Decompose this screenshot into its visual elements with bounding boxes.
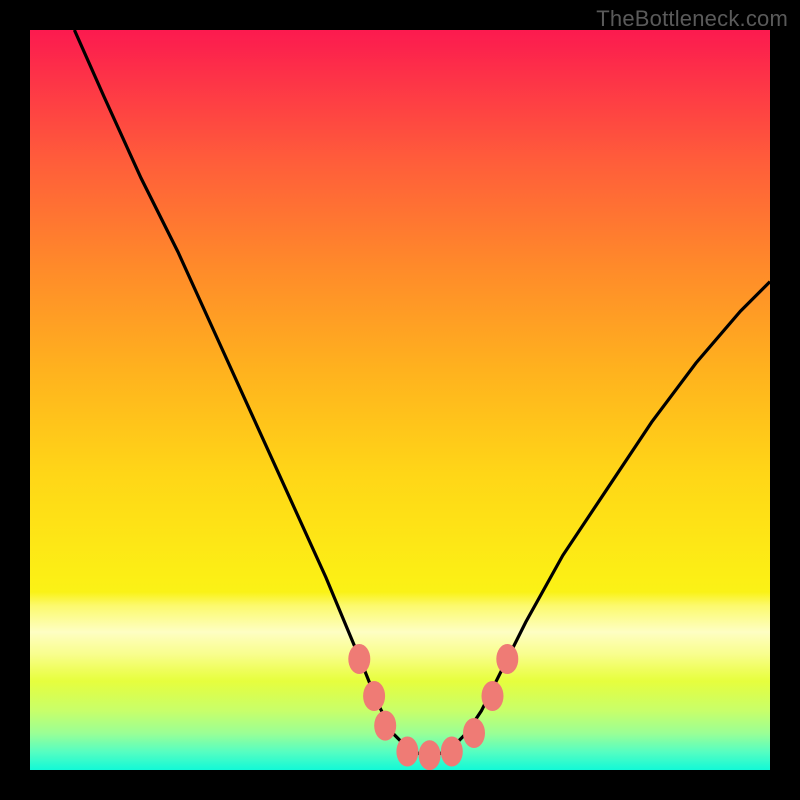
curve-marker (363, 681, 385, 711)
curve-marker (441, 737, 463, 767)
chart-frame: TheBottleneck.com (0, 0, 800, 800)
curve-marker (348, 644, 370, 674)
curve-svg (30, 30, 770, 770)
curve-marker (374, 711, 396, 741)
curve-marker (396, 737, 418, 767)
curve-marker (496, 644, 518, 674)
curve-markers (348, 644, 518, 770)
curve-marker (419, 740, 441, 770)
curve-marker (463, 718, 485, 748)
bottleneck-curve (74, 30, 770, 755)
watermark-text: TheBottleneck.com (596, 6, 788, 32)
curve-marker (482, 681, 504, 711)
plot-area (30, 30, 770, 770)
